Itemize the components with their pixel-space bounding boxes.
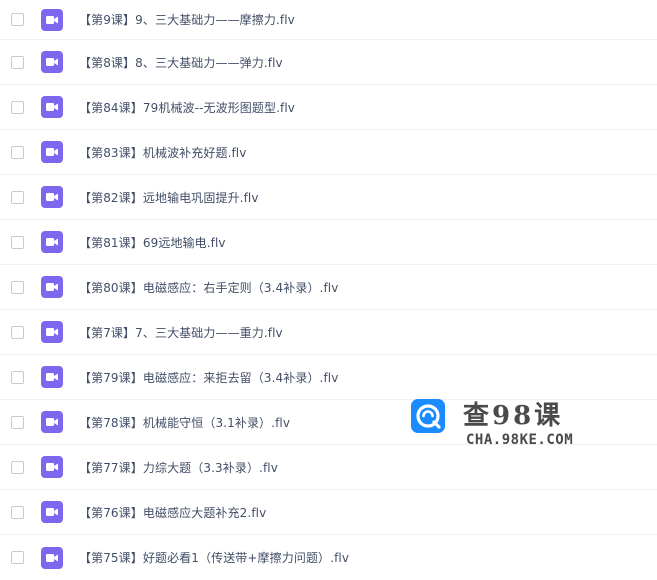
watermark-url: CHA.98KE.COM bbox=[466, 432, 574, 448]
video-file-icon bbox=[41, 141, 63, 163]
video-file-icon bbox=[41, 546, 63, 569]
file-name[interactable]: 【第75课】好题必看1（传送带+摩擦力问题）.flv bbox=[79, 549, 349, 566]
file-row[interactable]: 【第83课】机械波补充好题.flv bbox=[0, 130, 657, 175]
row-checkbox[interactable] bbox=[11, 505, 24, 519]
file-name[interactable]: 【第77课】力综大题（3.3补录）.flv bbox=[79, 459, 278, 476]
file-row[interactable]: 【第75课】好题必看1（传送带+摩擦力问题）.flv bbox=[0, 535, 657, 580]
file-name[interactable]: 【第84课】79机械波--无波形图题型.flv bbox=[79, 99, 295, 116]
file-name[interactable]: 【第79课】电磁感应：来拒去留（3.4补录）.flv bbox=[79, 369, 338, 386]
file-name[interactable]: 【第83课】机械波补充好题.flv bbox=[79, 144, 246, 161]
video-file-icon bbox=[41, 231, 63, 253]
video-file-icon bbox=[41, 186, 63, 208]
row-checkbox[interactable] bbox=[11, 280, 24, 294]
row-checkbox[interactable] bbox=[11, 190, 24, 204]
watermark-title: 查98课 bbox=[463, 401, 564, 431]
row-checkbox[interactable] bbox=[11, 13, 24, 26]
row-checkbox[interactable] bbox=[11, 460, 24, 474]
search-q-logo-icon bbox=[411, 399, 445, 433]
file-row[interactable]: 【第79课】电磁感应：来拒去留（3.4补录）.flv bbox=[0, 355, 657, 400]
file-row[interactable]: 【第82课】远地输电巩固提升.flv bbox=[0, 175, 657, 220]
row-checkbox[interactable] bbox=[11, 235, 24, 249]
video-file-icon bbox=[41, 411, 63, 433]
video-file-icon bbox=[41, 456, 63, 478]
row-checkbox[interactable] bbox=[11, 551, 24, 564]
file-name[interactable]: 【第78课】机械能守恒（3.1补录）.flv bbox=[79, 414, 290, 431]
file-name[interactable]: 【第7课】7、三大基础力——重力.flv bbox=[79, 324, 283, 341]
file-row[interactable]: 【第9课】9、三大基础力——摩擦力.flv bbox=[0, 0, 657, 40]
watermark: 查98课 CHA.98KE.COM bbox=[411, 395, 591, 455]
file-row[interactable]: 【第84课】79机械波--无波形图题型.flv bbox=[0, 85, 657, 130]
video-file-icon bbox=[41, 321, 63, 343]
video-file-icon bbox=[41, 276, 63, 298]
file-row[interactable]: 【第80课】电磁感应：右手定则（3.4补录）.flv bbox=[0, 265, 657, 310]
row-checkbox[interactable] bbox=[11, 55, 24, 69]
row-checkbox[interactable] bbox=[11, 325, 24, 339]
video-file-icon bbox=[41, 8, 63, 31]
file-row[interactable]: 【第76课】电磁感应大题补充2.flv bbox=[0, 490, 657, 535]
file-name[interactable]: 【第82课】远地输电巩固提升.flv bbox=[79, 189, 259, 206]
file-row[interactable]: 【第81课】69远地输电.flv bbox=[0, 220, 657, 265]
video-file-icon bbox=[41, 96, 63, 118]
file-name[interactable]: 【第80课】电磁感应：右手定则（3.4补录）.flv bbox=[79, 279, 338, 296]
row-checkbox[interactable] bbox=[11, 100, 24, 114]
file-name[interactable]: 【第8课】8、三大基础力——弹力.flv bbox=[79, 54, 283, 71]
video-file-icon bbox=[41, 366, 63, 388]
row-checkbox[interactable] bbox=[11, 415, 24, 429]
file-name[interactable]: 【第81课】69远地输电.flv bbox=[79, 234, 226, 251]
video-file-icon bbox=[41, 51, 63, 73]
file-name[interactable]: 【第76课】电磁感应大题补充2.flv bbox=[79, 504, 266, 521]
file-row[interactable]: 【第8课】8、三大基础力——弹力.flv bbox=[0, 40, 657, 85]
file-row[interactable]: 【第7课】7、三大基础力——重力.flv bbox=[0, 310, 657, 355]
file-list: 【第9课】9、三大基础力——摩擦力.flv 【第8课】8、三大基础力——弹力.f… bbox=[0, 0, 657, 580]
row-checkbox[interactable] bbox=[11, 145, 24, 159]
row-checkbox[interactable] bbox=[11, 370, 24, 384]
file-name[interactable]: 【第9课】9、三大基础力——摩擦力.flv bbox=[79, 11, 295, 28]
video-file-icon bbox=[41, 501, 63, 523]
